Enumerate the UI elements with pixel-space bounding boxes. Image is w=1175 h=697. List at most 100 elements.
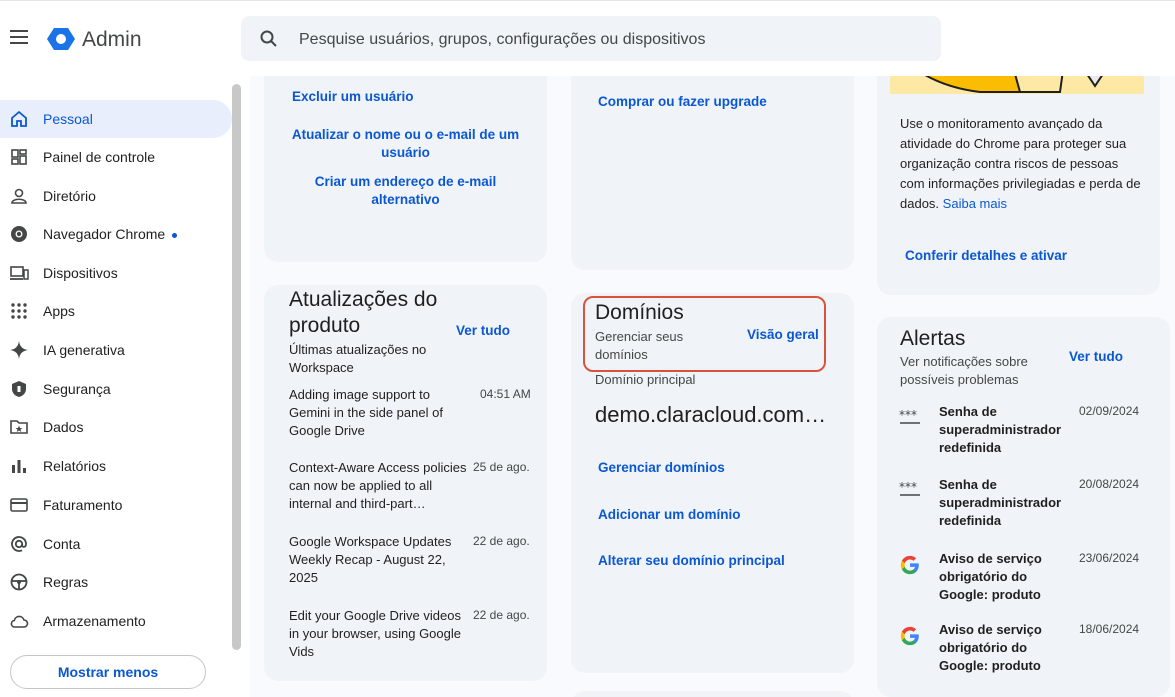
folder-star-icon [10, 420, 28, 434]
domains-highlight-box [583, 296, 826, 372]
manage-domains-link[interactable]: Gerenciar domínios [598, 460, 725, 475]
search-bar[interactable] [241, 16, 941, 63]
sidebar-item-label: Painel de controle [43, 149, 156, 165]
delete-user-link[interactable]: Excluir um usuário [292, 89, 414, 104]
sidebar-item-chrome[interactable]: Navegador Chrome [0, 215, 232, 253]
alerts-title: Alertas [900, 327, 966, 350]
sidebar-item-label: Relatórios [43, 458, 107, 474]
sidebar-item-label: Dados [43, 419, 84, 435]
sidebar-item-dispositivos[interactable]: Dispositivos [0, 254, 232, 292]
brand-name[interactable]: Admin [82, 28, 142, 52]
sidebar-item-conta[interactable]: Conta [0, 525, 232, 563]
sidebar-item-label: Regras [43, 574, 89, 590]
sidebar-item-dados[interactable]: Dados [0, 408, 232, 446]
sidebar-scrollbar[interactable] [232, 84, 241, 650]
update-item-date: 22 de ago. [473, 608, 530, 622]
chrome-monitoring-text: Use o monitoramento avançado da atividad… [900, 116, 1141, 211]
sidebar-item-label: Segurança [43, 381, 111, 397]
alerts-view-all-link[interactable]: Ver tudo [1069, 349, 1123, 364]
chrome-card: Use o monitoramento avançado da atividad… [877, 76, 1160, 295]
devices-icon [10, 266, 29, 280]
password-icon: *** [899, 408, 920, 424]
sidebar-item-label: Apps [43, 303, 75, 319]
admin-logo-icon[interactable] [46, 27, 76, 51]
update-user-link[interactable]: Atualizar o nome ou o e-mail de um usuár… [284, 126, 527, 162]
chrome-icon [11, 226, 27, 242]
upgrade-link[interactable]: Comprar ou fazer upgrade [598, 94, 767, 109]
updates-subtitle: Últimas atualizações no Workspace [289, 342, 427, 375]
at-sign-icon [11, 536, 27, 552]
alert-item-date: 02/09/2024 [1079, 404, 1140, 418]
check-details-activate-link[interactable]: Conferir detalhes e ativar [905, 248, 1067, 263]
new-indicator-dot [172, 232, 178, 238]
sidebar-item-label: Armazenamento [43, 613, 146, 629]
sidebar-item-label: Conta [43, 536, 81, 552]
learn-more-link[interactable]: Saiba mais [943, 196, 1007, 211]
users-card: Excluir um usuário Atualizar o nome ou o… [264, 76, 547, 262]
credit-card-icon [10, 498, 28, 512]
sidebar-item-ia[interactable]: IA generativa [0, 331, 232, 369]
svg-text:***: *** [899, 408, 917, 422]
password-icon: *** [899, 480, 920, 496]
billing-card: Comprar ou fazer upgrade [571, 76, 854, 270]
sidebar-item-diretorio[interactable]: Diretório [0, 177, 232, 215]
update-item-title[interactable]: Google Workspace Updates Weekly Recap - … [289, 533, 469, 587]
sidebar-item-regras[interactable]: Regras [0, 563, 232, 601]
update-item-title[interactable]: Context-Aware Access policies can now be… [289, 459, 469, 513]
sidebar-item-label: Pessoal [43, 111, 93, 127]
sidebar: Pessoal Painel de controle Diretório Nav… [0, 76, 232, 697]
alerts-card: Alertas Ver notificações sobre possíveis… [877, 317, 1170, 697]
sidebar-item-relatorios[interactable]: Relatórios [0, 447, 232, 485]
sidebar-item-faturamento[interactable]: Faturamento [0, 486, 232, 524]
apps-grid-icon [11, 303, 27, 319]
main-content: Excluir um usuário Atualizar o nome ou o… [250, 76, 1175, 697]
add-domain-link[interactable]: Adicionar um domínio [598, 507, 741, 522]
primary-domain-value: demo.claracloud.com… [595, 402, 827, 427]
primary-domain-label: Domínio principal [595, 372, 696, 387]
sidebar-item-label: IA generativa [43, 342, 125, 358]
alert-item-title[interactable]: Aviso de serviço obrigatório do Google: … [939, 621, 1069, 675]
sidebar-item-painel[interactable]: Painel de controle [0, 138, 232, 176]
update-item-title[interactable]: Adding image support to Gemini in the si… [289, 386, 469, 440]
sparkle-icon [10, 341, 28, 359]
updates-title: Atualizações do produto [289, 288, 438, 337]
sidebar-item-label: Navegador Chrome [43, 226, 178, 242]
alerts-subtitle: Ver notificações sobre possíveis problem… [900, 354, 1028, 387]
update-item-title[interactable]: Edit your Google Drive videos in your br… [289, 607, 469, 661]
product-updates-card: Atualizações do produto Ver tudo Últimas… [264, 285, 547, 681]
dashboard-icon [11, 149, 27, 165]
alert-item-title[interactable]: Aviso de serviço obrigatório do Google: … [939, 550, 1069, 604]
google-g-icon [900, 555, 919, 575]
alternate-email-link[interactable]: Criar um endereço de e-mail alternativo [284, 173, 527, 209]
sidebar-item-label: Faturamento [43, 497, 123, 513]
svg-text:***: *** [899, 480, 917, 494]
search-icon [260, 30, 277, 47]
change-primary-domain-link[interactable]: Alterar seu domínio principal [598, 553, 785, 568]
steering-wheel-icon [10, 573, 28, 591]
update-item-date: 22 de ago. [473, 534, 530, 548]
show-less-button[interactable]: Mostrar menos [10, 655, 206, 689]
sidebar-item-seguranca[interactable]: Segurança [0, 370, 232, 408]
cloud-icon [10, 615, 29, 628]
search-input[interactable] [297, 16, 921, 63]
home-icon [11, 110, 27, 127]
update-item-date: 25 de ago. [473, 460, 530, 474]
alert-item-date: 23/06/2024 [1079, 551, 1140, 565]
google-g-icon [900, 626, 919, 646]
sidebar-item-label: Dispositivos [43, 265, 118, 281]
alert-item-date: 18/06/2024 [1079, 622, 1140, 636]
sidebar-item-armazenamento[interactable]: Armazenamento [0, 602, 232, 640]
alert-item-date: 20/08/2024 [1079, 477, 1140, 491]
updates-view-all-link[interactable]: Ver tudo [456, 323, 510, 338]
alert-item-title[interactable]: Senha de superadministrador redefinida [939, 403, 1069, 457]
alert-item-title[interactable]: Senha de superadministrador redefinida [939, 476, 1069, 530]
update-item-date: 04:51 AM [480, 387, 531, 401]
chrome-illustration [890, 76, 1144, 94]
next-card [571, 691, 854, 697]
sidebar-item-pessoal[interactable]: Pessoal [0, 100, 232, 138]
sidebar-item-apps[interactable]: Apps [0, 292, 232, 330]
top-bar: Admin [0, 0, 1175, 77]
main-menu-icon[interactable] [10, 30, 28, 44]
person-icon [11, 188, 27, 204]
bar-chart-icon [12, 460, 26, 473]
